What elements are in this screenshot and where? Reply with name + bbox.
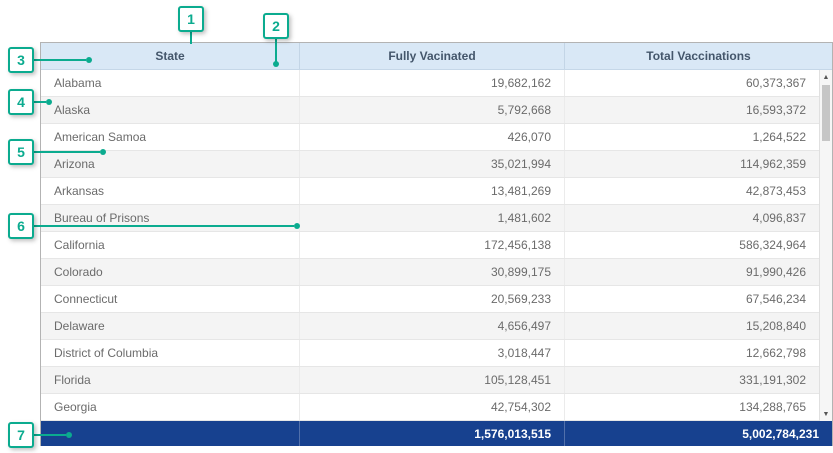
callout-7-line bbox=[34, 434, 66, 436]
cell-fully-vacinated: 5,792,668 bbox=[300, 97, 565, 123]
callout-5-dot bbox=[100, 149, 106, 155]
callout-2-dot bbox=[273, 61, 279, 67]
callout-4-line bbox=[34, 101, 46, 103]
cell-total-vaccinations: 91,990,426 bbox=[565, 259, 819, 285]
cell-fully-vacinated: 13,481,269 bbox=[300, 178, 565, 204]
cell-state: Delaware bbox=[41, 313, 300, 339]
summary-cell-2: 5,002,784,231 bbox=[565, 421, 832, 446]
table-row[interactable]: District of Columbia3,018,44712,662,798 bbox=[41, 340, 819, 367]
cell-fully-vacinated: 35,021,994 bbox=[300, 151, 565, 177]
cell-total-vaccinations: 67,546,234 bbox=[565, 286, 819, 312]
callout-3: 3 bbox=[8, 47, 34, 73]
vertical-scrollbar[interactable]: ▲ ▼ bbox=[819, 70, 832, 421]
cell-state: Alabama bbox=[41, 70, 300, 96]
cell-total-vaccinations: 15,208,840 bbox=[565, 313, 819, 339]
callout-3-dot bbox=[86, 57, 92, 63]
cell-state: California bbox=[41, 232, 300, 258]
cell-fully-vacinated: 426,070 bbox=[300, 124, 565, 150]
table-row[interactable]: California172,456,138586,324,964 bbox=[41, 232, 819, 259]
scroll-down-icon[interactable]: ▼ bbox=[820, 407, 832, 421]
callout-7: 7 bbox=[8, 422, 34, 448]
cell-state: Florida bbox=[41, 367, 300, 393]
cell-fully-vacinated: 1,481,602 bbox=[300, 205, 565, 231]
callout-2: 2 bbox=[263, 13, 289, 39]
callout-4-dot bbox=[46, 99, 52, 105]
table-row[interactable]: Bureau of Prisons1,481,6024,096,837 bbox=[41, 205, 819, 232]
cell-fully-vacinated: 20,569,233 bbox=[300, 286, 565, 312]
table-row[interactable]: Alaska5,792,66816,593,372 bbox=[41, 97, 819, 124]
table-row[interactable]: Georgia42,754,302134,288,765 bbox=[41, 394, 819, 421]
column-header-fully-vacinated[interactable]: Fully Vacinated bbox=[300, 43, 565, 69]
table-row[interactable]: Arizona35,021,994114,962,359 bbox=[41, 151, 819, 178]
attribute-table: StateFully VacinatedTotal Vaccinations A… bbox=[40, 42, 833, 446]
cell-state: American Samoa bbox=[41, 124, 300, 150]
cell-state: Colorado bbox=[41, 259, 300, 285]
cell-total-vaccinations: 60,373,367 bbox=[565, 70, 819, 96]
table-row[interactable]: Colorado30,899,17591,990,426 bbox=[41, 259, 819, 286]
callout-6: 6 bbox=[8, 213, 34, 239]
table-rows: Alabama19,682,16260,373,367Alaska5,792,6… bbox=[41, 70, 819, 421]
cell-total-vaccinations: 12,662,798 bbox=[565, 340, 819, 366]
cell-state: Arizona bbox=[41, 151, 300, 177]
cell-state: Georgia bbox=[41, 394, 300, 420]
table-row[interactable]: Connecticut20,569,23367,546,234 bbox=[41, 286, 819, 313]
cell-total-vaccinations: 331,191,302 bbox=[565, 367, 819, 393]
table-header: StateFully VacinatedTotal Vaccinations bbox=[41, 43, 832, 70]
cell-total-vaccinations: 42,873,453 bbox=[565, 178, 819, 204]
callout-5-line bbox=[34, 151, 100, 153]
cell-state: District of Columbia bbox=[41, 340, 300, 366]
cell-fully-vacinated: 19,682,162 bbox=[300, 70, 565, 96]
summary-cell-1: 1,576,013,515 bbox=[300, 421, 565, 446]
table-row[interactable]: Delaware4,656,49715,208,840 bbox=[41, 313, 819, 340]
callout-2-line bbox=[275, 39, 277, 62]
cell-state: Connecticut bbox=[41, 286, 300, 312]
cell-state: Arkansas bbox=[41, 178, 300, 204]
scrollbar-thumb[interactable] bbox=[822, 85, 830, 141]
cell-total-vaccinations: 586,324,964 bbox=[565, 232, 819, 258]
callout-4: 4 bbox=[8, 89, 34, 115]
cell-fully-vacinated: 42,754,302 bbox=[300, 394, 565, 420]
table-row[interactable]: Arkansas13,481,26942,873,453 bbox=[41, 178, 819, 205]
column-header-total-vaccinations[interactable]: Total Vaccinations bbox=[565, 43, 832, 69]
cell-fully-vacinated: 30,899,175 bbox=[300, 259, 565, 285]
callout-1: 1 bbox=[178, 6, 204, 32]
callout-1-line bbox=[190, 32, 192, 44]
table-body: Alabama19,682,16260,373,367Alaska5,792,6… bbox=[41, 70, 832, 421]
cell-fully-vacinated: 4,656,497 bbox=[300, 313, 565, 339]
scroll-up-icon[interactable]: ▲ bbox=[820, 70, 832, 84]
cell-state: Bureau of Prisons bbox=[41, 205, 300, 231]
cell-fully-vacinated: 3,018,447 bbox=[300, 340, 565, 366]
cell-total-vaccinations: 114,962,359 bbox=[565, 151, 819, 177]
cell-total-vaccinations: 134,288,765 bbox=[565, 394, 819, 420]
callout-6-dot bbox=[294, 223, 300, 229]
cell-fully-vacinated: 172,456,138 bbox=[300, 232, 565, 258]
callout-5: 5 bbox=[8, 139, 34, 165]
cell-state: Alaska bbox=[41, 97, 300, 123]
table-row[interactable]: American Samoa426,0701,264,522 bbox=[41, 124, 819, 151]
cell-fully-vacinated: 105,128,451 bbox=[300, 367, 565, 393]
callout-3-line bbox=[34, 59, 86, 61]
summary-row: 1,576,013,5155,002,784,231 bbox=[41, 421, 832, 446]
cell-total-vaccinations: 16,593,372 bbox=[565, 97, 819, 123]
callout-7-dot bbox=[66, 432, 72, 438]
cell-total-vaccinations: 4,096,837 bbox=[565, 205, 819, 231]
column-header-state[interactable]: State bbox=[41, 43, 300, 69]
cell-total-vaccinations: 1,264,522 bbox=[565, 124, 819, 150]
table-row[interactable]: Alabama19,682,16260,373,367 bbox=[41, 70, 819, 97]
table-row[interactable]: Florida105,128,451331,191,302 bbox=[41, 367, 819, 394]
summary-cell-0 bbox=[41, 421, 300, 446]
callout-6-line bbox=[34, 225, 294, 227]
